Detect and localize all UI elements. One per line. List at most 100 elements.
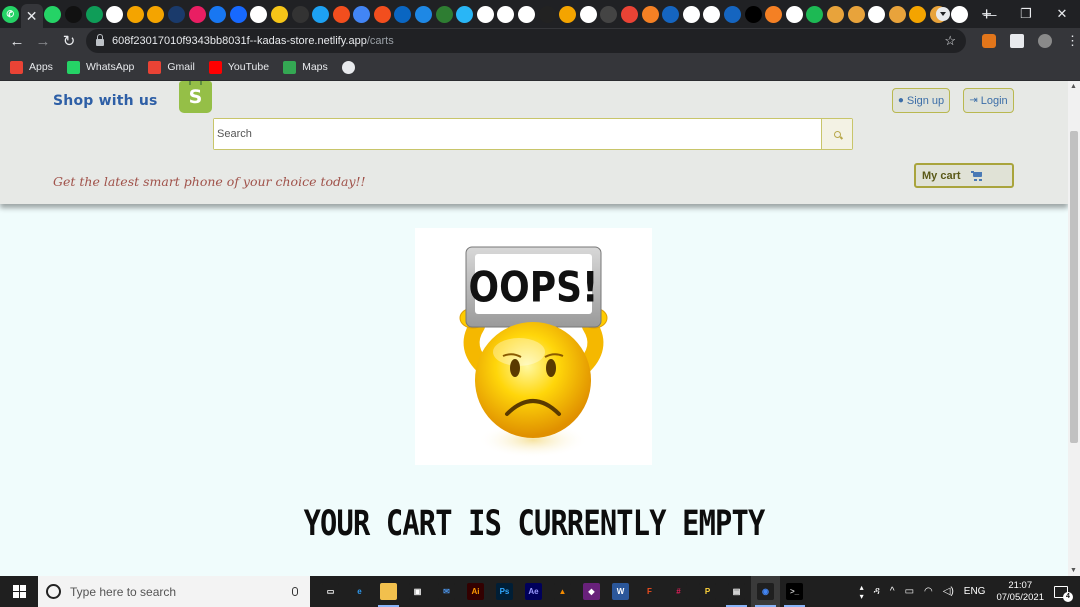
tab-favicon-icon[interactable] xyxy=(332,5,350,23)
tab-favicon-icon[interactable] xyxy=(518,5,536,23)
tab-favicon-icon[interactable] xyxy=(826,5,844,23)
tab-favicon-icon[interactable] xyxy=(538,5,556,23)
start-button[interactable] xyxy=(0,576,38,607)
bookmark-star-icon[interactable]: ☆ xyxy=(944,33,956,49)
metamask-extension-icon[interactable] xyxy=(982,34,996,48)
bookmark-whatsapp[interactable]: WhatsApp xyxy=(66,60,134,74)
tab-favicon-icon[interactable] xyxy=(435,5,453,23)
tab-favicon-icon[interactable] xyxy=(765,5,783,23)
tab-favicon-icon[interactable] xyxy=(744,5,762,23)
tab-close-icon[interactable]: ✕ xyxy=(26,8,38,25)
shopping-bag-logo-icon[interactable]: S xyxy=(179,81,212,113)
bookmark-gmail[interactable]: Gmail xyxy=(148,60,195,74)
address-bar[interactable]: 608f23017010f9343bb8031f--kadas-store.ne… xyxy=(86,29,966,53)
taskbar-terminal-button[interactable]: >_ xyxy=(780,576,809,607)
taskbar-vlc-button[interactable]: ▲ xyxy=(548,576,577,607)
page-scrollbar[interactable]: ▲ ▼ xyxy=(1068,81,1080,576)
taskbar-illustrator-button[interactable]: Ai xyxy=(461,576,490,607)
tab-favicon-icon[interactable] xyxy=(476,5,494,23)
tab-favicon-icon[interactable] xyxy=(456,5,474,23)
tab-favicon-icon[interactable] xyxy=(641,5,659,23)
tab-favicon-icon[interactable] xyxy=(291,5,309,23)
tab-favicon-icon[interactable] xyxy=(85,5,103,23)
tab-favicon-icon[interactable] xyxy=(312,5,330,23)
tab-favicon-icon[interactable] xyxy=(394,5,412,23)
menu-kebab-icon[interactable]: ⋮ xyxy=(1066,33,1079,49)
tab-favicon-icon[interactable] xyxy=(44,5,62,23)
tab-favicon-icon[interactable] xyxy=(785,5,803,23)
tab-favicon-icon[interactable] xyxy=(621,5,639,23)
tab-favicon-icon[interactable] xyxy=(106,5,124,23)
taskbar-photos-button[interactable]: ▤ xyxy=(722,576,751,607)
forward-arrow-icon[interactable]: → xyxy=(30,33,56,50)
tab-favicon-icon[interactable] xyxy=(600,5,618,23)
whatsapp-tab-icon[interactable]: ✆ xyxy=(1,5,19,23)
taskbar-search-box[interactable]: Type here to search xyxy=(38,576,310,607)
puzzle-extensions-icon[interactable] xyxy=(1010,34,1024,48)
tab-favicon-icon[interactable] xyxy=(682,5,700,23)
search-input[interactable] xyxy=(214,119,822,149)
search-button[interactable] xyxy=(821,119,852,149)
taskbar-file-explorer-button[interactable]: ▬ xyxy=(374,576,403,607)
tab-favicon-icon[interactable] xyxy=(888,5,906,23)
microphone-icon[interactable] xyxy=(292,587,298,596)
tray-scroll-arrows-icon[interactable]: ▴ ▾ xyxy=(860,583,864,601)
bookmark-youtube[interactable]: YouTube xyxy=(208,60,269,74)
tab-favicon-icon[interactable] xyxy=(868,5,886,23)
tab-favicon-icon[interactable] xyxy=(579,5,597,23)
taskbar-figma-button[interactable]: F xyxy=(635,576,664,607)
tab-favicon-icon[interactable] xyxy=(353,5,371,23)
tab-favicon-icon[interactable] xyxy=(847,5,865,23)
tab-favicon-icon[interactable] xyxy=(497,5,515,23)
battery-icon[interactable]: ▭ xyxy=(905,586,914,597)
wifi-icon[interactable]: ◠ xyxy=(924,586,933,597)
show-hidden-icons-icon[interactable]: ^ xyxy=(890,586,895,597)
tab-favicon-icon[interactable] xyxy=(229,5,247,23)
tab-favicon-icon[interactable] xyxy=(167,5,185,23)
close-window-icon[interactable]: ✕ xyxy=(1044,6,1080,22)
tab-favicon-icon[interactable] xyxy=(415,5,433,23)
scroll-up-icon[interactable]: ▲ xyxy=(1070,83,1077,90)
active-tab[interactable]: ✕ xyxy=(20,4,43,28)
tab-favicon-icon[interactable] xyxy=(188,5,206,23)
taskbar-visual-studio-button[interactable]: ◆ xyxy=(577,576,606,607)
clock[interactable]: 21:07 07/05/2021 xyxy=(996,580,1044,604)
tab-favicon-icon[interactable] xyxy=(373,5,391,23)
taskbar-store-button[interactable]: ▣ xyxy=(403,576,432,607)
taskbar-task-view-button[interactable]: ▭ xyxy=(316,576,345,607)
profile-avatar[interactable] xyxy=(1038,34,1052,48)
taskbar-python-button[interactable]: P xyxy=(693,576,722,607)
tab-favicon-icon[interactable] xyxy=(147,5,165,23)
taskbar-after-effects-button[interactable]: Ae xyxy=(519,576,548,607)
tab-favicon-icon[interactable] xyxy=(703,5,721,23)
reload-icon[interactable]: ↻ xyxy=(56,32,82,50)
sign-up-button[interactable]: ● Sign up xyxy=(892,88,950,113)
people-icon[interactable]: ዳ xyxy=(874,586,880,597)
tab-favicon-icon[interactable] xyxy=(126,5,144,23)
tab-favicon-icon[interactable] xyxy=(723,5,741,23)
language-indicator[interactable]: ENG xyxy=(964,586,986,597)
tab-favicon-icon[interactable] xyxy=(662,5,680,23)
bookmark-globe[interactable] xyxy=(341,60,361,74)
brand-logo-text[interactable]: Shop with us xyxy=(53,93,158,109)
tab-favicon-icon[interactable] xyxy=(909,5,927,23)
taskbar-photoshop-button[interactable]: Ps xyxy=(490,576,519,607)
notification-center-icon[interactable]: 4 xyxy=(1054,585,1073,602)
tab-search-icon[interactable] xyxy=(936,7,950,21)
tab-favicon-icon[interactable] xyxy=(209,5,227,23)
minimize-icon[interactable]: — xyxy=(972,7,1008,22)
taskbar-chrome-button[interactable]: ◉ xyxy=(751,576,780,607)
tab-favicon-icon[interactable] xyxy=(559,5,577,23)
scroll-down-icon[interactable]: ▼ xyxy=(1070,567,1077,574)
my-cart-button[interactable]: My cart xyxy=(914,163,1014,188)
tab-favicon-icon[interactable] xyxy=(806,5,824,23)
volume-icon[interactable]: ◁) xyxy=(943,586,954,597)
tab-favicon-icon[interactable] xyxy=(270,5,288,23)
back-arrow-icon[interactable]: ← xyxy=(4,33,30,50)
bookmark-maps[interactable]: Maps xyxy=(283,60,328,74)
login-button[interactable]: ⇥ Login xyxy=(963,88,1014,113)
tab-favicon-icon[interactable] xyxy=(250,5,268,23)
restore-icon[interactable]: ❐ xyxy=(1008,6,1044,22)
taskbar-word-button[interactable]: W xyxy=(606,576,635,607)
scroll-thumb[interactable] xyxy=(1070,131,1078,443)
